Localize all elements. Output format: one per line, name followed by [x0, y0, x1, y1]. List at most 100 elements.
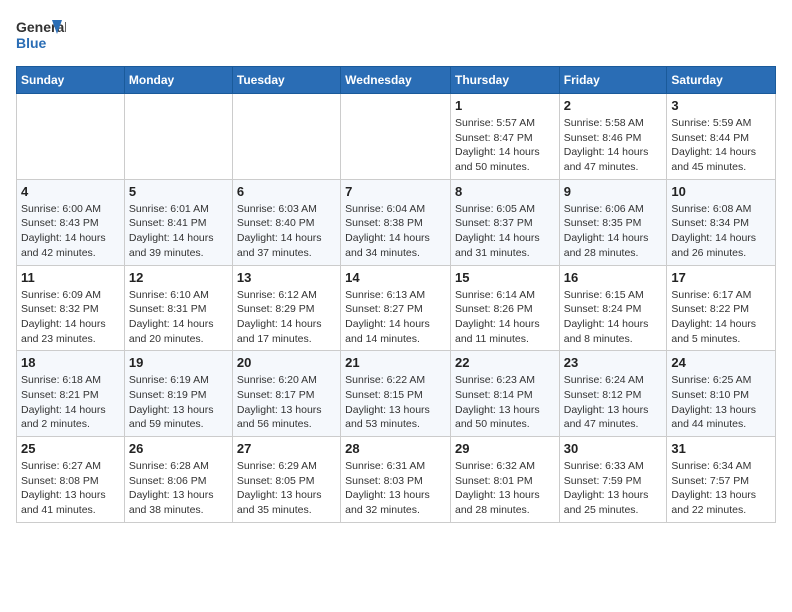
calendar-cell: 18Sunrise: 6:18 AM Sunset: 8:21 PM Dayli… — [17, 351, 125, 437]
logo-svg: GeneralBlue — [16, 16, 66, 58]
day-info: Sunrise: 6:03 AM Sunset: 8:40 PM Dayligh… — [237, 202, 336, 261]
calendar-cell: 23 Sunrise: 6:24 AM Sunset: 8:12 PM Dayli… — [559, 351, 667, 437]
calendar-cell: 1 Sunrise: 5:57 AM Sunset: 8:47 PM Daylig… — [450, 94, 559, 180]
day-info: Sunrise: 6:12 AM Sunset: 8:29 PM Dayligh… — [237, 288, 336, 347]
weekday-header-thursday: Thursday — [450, 67, 559, 94]
day-info: Sunrise: 6:14 AM Sunset: 8:26 PM Dayligh… — [455, 288, 555, 347]
calendar-cell: 11 Sunrise: 6:09 AM Sunset: 8:32 PM Dayli… — [17, 265, 125, 351]
day-number: 10 — [671, 184, 771, 199]
day-number: 13 — [237, 270, 336, 285]
day-info: Sunrise: 6:28 AM Sunset: 8:06 PM Dayligh… — [129, 459, 228, 518]
day-info: Sunrise: 6:23 AM Sunset: 8:14 PM Dayligh… — [455, 373, 555, 432]
day-number: 17 — [671, 270, 771, 285]
calendar-cell: 28Sunrise: 6:31 AM Sunset: 8:03 PM Dayli… — [341, 437, 451, 523]
calendar-cell: 4 Sunrise: 6:00 AM Sunset: 8:43 PM Daylig… — [17, 179, 125, 265]
day-number: 12 — [129, 270, 228, 285]
day-info: Sunrise: 6:18 AM Sunset: 8:21 PM Dayligh… — [21, 373, 120, 432]
day-number: 25 — [21, 441, 120, 456]
weekday-header-monday: Monday — [124, 67, 232, 94]
day-info: Sunrise: 6:09 AM Sunset: 8:32 PM Dayligh… — [21, 288, 120, 347]
calendar-cell: 26 Sunrise: 6:28 AM Sunset: 8:06 PM Dayli… — [124, 437, 232, 523]
day-number: 14 — [345, 270, 446, 285]
day-number: 28 — [345, 441, 446, 456]
calendar-cell: 25 Sunrise: 6:27 AM Sunset: 8:08 PM Dayli… — [17, 437, 125, 523]
week-row-5: 25 Sunrise: 6:27 AM Sunset: 8:08 PM Dayli… — [17, 437, 776, 523]
day-number: 21 — [345, 355, 446, 370]
calendar-cell — [17, 94, 125, 180]
logo: GeneralBlue — [16, 16, 66, 58]
day-info: Sunrise: 6:20 AM Sunset: 8:17 PM Dayligh… — [237, 373, 336, 432]
day-number: 7 — [345, 184, 446, 199]
calendar-cell — [232, 94, 340, 180]
calendar-cell: 7Sunrise: 6:04 AM Sunset: 8:38 PM Daylig… — [341, 179, 451, 265]
weekday-header-row: SundayMondayTuesdayWednesdayThursdayFrid… — [17, 67, 776, 94]
day-info: Sunrise: 5:57 AM Sunset: 8:47 PM Dayligh… — [455, 116, 555, 175]
day-info: Sunrise: 6:32 AM Sunset: 8:01 PM Dayligh… — [455, 459, 555, 518]
day-info: Sunrise: 5:59 AM Sunset: 8:44 PM Dayligh… — [671, 116, 771, 175]
day-info: Sunrise: 6:27 AM Sunset: 8:08 PM Dayligh… — [21, 459, 120, 518]
day-info: Sunrise: 6:05 AM Sunset: 8:37 PM Dayligh… — [455, 202, 555, 261]
calendar-cell: 14 Sunrise: 6:13 AM Sunset: 8:27 PM Dayli… — [341, 265, 451, 351]
day-info: Sunrise: 6:06 AM Sunset: 8:35 PM Dayligh… — [564, 202, 663, 261]
weekday-header-sunday: Sunday — [17, 67, 125, 94]
day-number: 29 — [455, 441, 555, 456]
calendar-cell: 20 Sunrise: 6:20 AM Sunset: 8:17 PM Dayli… — [232, 351, 340, 437]
calendar-cell: 31Sunrise: 6:34 AM Sunset: 7:57 PM Dayli… — [667, 437, 776, 523]
calendar-cell: 13 Sunrise: 6:12 AM Sunset: 8:29 PM Dayli… — [232, 265, 340, 351]
day-info: Sunrise: 5:58 AM Sunset: 8:46 PM Dayligh… — [564, 116, 663, 175]
calendar-cell: 22 Sunrise: 6:23 AM Sunset: 8:14 PM Dayli… — [450, 351, 559, 437]
day-info: Sunrise: 6:19 AM Sunset: 8:19 PM Dayligh… — [129, 373, 228, 432]
day-info: Sunrise: 6:24 AM Sunset: 8:12 PM Dayligh… — [564, 373, 663, 432]
day-number: 3 — [671, 98, 771, 113]
day-info: Sunrise: 6:22 AM Sunset: 8:15 PM Dayligh… — [345, 373, 446, 432]
day-number: 30 — [564, 441, 663, 456]
day-info: Sunrise: 6:00 AM Sunset: 8:43 PM Dayligh… — [21, 202, 120, 261]
calendar-cell: 2 Sunrise: 5:58 AM Sunset: 8:46 PM Daylig… — [559, 94, 667, 180]
day-number: 26 — [129, 441, 228, 456]
calendar-cell: 24 Sunrise: 6:25 AM Sunset: 8:10 PM Dayli… — [667, 351, 776, 437]
day-number: 8 — [455, 184, 555, 199]
day-info: Sunrise: 6:15 AM Sunset: 8:24 PM Dayligh… — [564, 288, 663, 347]
day-number: 27 — [237, 441, 336, 456]
day-number: 31 — [671, 441, 771, 456]
weekday-header-wednesday: Wednesday — [341, 67, 451, 94]
day-number: 23 — [564, 355, 663, 370]
week-row-4: 18Sunrise: 6:18 AM Sunset: 8:21 PM Dayli… — [17, 351, 776, 437]
calendar-cell: 17Sunrise: 6:17 AM Sunset: 8:22 PM Dayli… — [667, 265, 776, 351]
calendar-cell: 19Sunrise: 6:19 AM Sunset: 8:19 PM Dayli… — [124, 351, 232, 437]
calendar-cell — [341, 94, 451, 180]
calendar-cell: 10 Sunrise: 6:08 AM Sunset: 8:34 PM Dayli… — [667, 179, 776, 265]
day-number: 5 — [129, 184, 228, 199]
calendar-cell: 27 Sunrise: 6:29 AM Sunset: 8:05 PM Dayli… — [232, 437, 340, 523]
day-number: 24 — [671, 355, 771, 370]
calendar-cell: 29 Sunrise: 6:32 AM Sunset: 8:01 PM Dayli… — [450, 437, 559, 523]
day-info: Sunrise: 6:13 AM Sunset: 8:27 PM Dayligh… — [345, 288, 446, 347]
calendar-cell: 6 Sunrise: 6:03 AM Sunset: 8:40 PM Daylig… — [232, 179, 340, 265]
day-number: 4 — [21, 184, 120, 199]
calendar-cell: 8 Sunrise: 6:05 AM Sunset: 8:37 PM Daylig… — [450, 179, 559, 265]
day-info: Sunrise: 6:10 AM Sunset: 8:31 PM Dayligh… — [129, 288, 228, 347]
calendar-cell: 15 Sunrise: 6:14 AM Sunset: 8:26 PM Dayli… — [450, 265, 559, 351]
day-number: 15 — [455, 270, 555, 285]
day-number: 2 — [564, 98, 663, 113]
week-row-1: 1 Sunrise: 5:57 AM Sunset: 8:47 PM Daylig… — [17, 94, 776, 180]
weekday-header-friday: Friday — [559, 67, 667, 94]
day-number: 11 — [21, 270, 120, 285]
day-number: 22 — [455, 355, 555, 370]
calendar-cell: 12 Sunrise: 6:10 AM Sunset: 8:31 PM Dayli… — [124, 265, 232, 351]
header: GeneralBlue — [16, 16, 776, 58]
day-number: 20 — [237, 355, 336, 370]
calendar-cell: 21 Sunrise: 6:22 AM Sunset: 8:15 PM Dayli… — [341, 351, 451, 437]
day-info: Sunrise: 6:25 AM Sunset: 8:10 PM Dayligh… — [671, 373, 771, 432]
day-info: Sunrise: 6:29 AM Sunset: 8:05 PM Dayligh… — [237, 459, 336, 518]
day-info: Sunrise: 6:33 AM Sunset: 7:59 PM Dayligh… — [564, 459, 663, 518]
day-info: Sunrise: 6:08 AM Sunset: 8:34 PM Dayligh… — [671, 202, 771, 261]
day-number: 6 — [237, 184, 336, 199]
calendar-cell: 16Sunrise: 6:15 AM Sunset: 8:24 PM Dayli… — [559, 265, 667, 351]
day-number: 1 — [455, 98, 555, 113]
calendar-cell: 3 Sunrise: 5:59 AM Sunset: 8:44 PM Daylig… — [667, 94, 776, 180]
svg-text:Blue: Blue — [16, 35, 47, 51]
calendar-cell — [124, 94, 232, 180]
week-row-2: 4 Sunrise: 6:00 AM Sunset: 8:43 PM Daylig… — [17, 179, 776, 265]
week-row-3: 11 Sunrise: 6:09 AM Sunset: 8:32 PM Dayli… — [17, 265, 776, 351]
